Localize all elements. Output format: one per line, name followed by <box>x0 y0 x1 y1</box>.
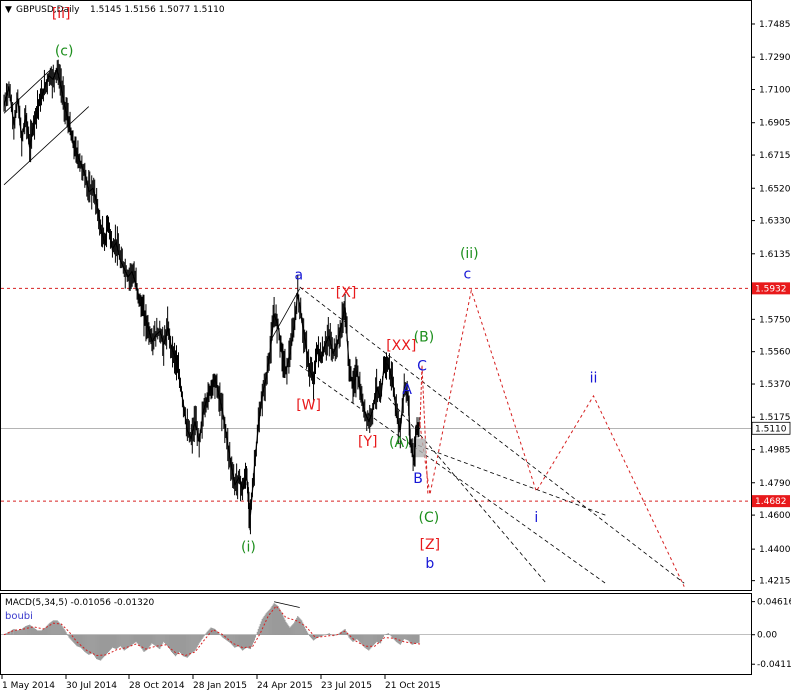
level-label: 1.5932 <box>755 284 787 294</box>
wave-labels: [ii](c)a(ii)c[X][XX](B)CA[W][Y] (A)Biii(C… <box>52 6 598 572</box>
wave-label: (ii) <box>460 246 479 262</box>
y-tick-label: 1.6715 <box>759 151 791 161</box>
projection-path <box>419 288 685 587</box>
level-label: 1.4682 <box>755 497 787 507</box>
y-tick-label: 1.4215 <box>759 577 791 587</box>
wave-label: (A) <box>389 435 410 451</box>
horizontal-levels: 1.5932 1.4682 <box>1 282 790 508</box>
wave-label: c <box>463 266 471 282</box>
wave-label: (C) <box>419 510 440 526</box>
header: ▼ GBPUSD,Daily 1.5145 1.5156 1.5077 1.51… <box>5 5 225 15</box>
price-series <box>3 59 421 535</box>
wave-label: [XX] <box>386 338 416 354</box>
channel-line <box>299 364 606 584</box>
current-price-marker: 1.5110 <box>751 421 791 435</box>
y-tick-label: 1.6520 <box>759 184 791 194</box>
channel-line <box>388 397 547 584</box>
wave-label: i <box>534 510 538 526</box>
y-tick-label: 1.7485 <box>759 20 791 30</box>
macd-subtitle: boubi <box>5 611 33 622</box>
x-tick-label: 28 Oct 2014 <box>129 681 185 691</box>
wave-label: (i) <box>241 540 256 556</box>
header-arrow: ▼ <box>5 5 12 15</box>
wave-label: A <box>402 382 412 398</box>
x-tick-label: 23 Jul 2015 <box>321 681 372 691</box>
time-axis: 1 May 2014 30 Jul 2014 28 Oct 2014 28 Jan 2… <box>1 675 441 691</box>
macd-tick-label: -0.04114 <box>757 660 791 670</box>
y-tick-label: 1.6330 <box>759 217 791 227</box>
ohlc-values: 1.5145 1.5156 1.5077 1.5110 <box>90 5 225 15</box>
macd-tick-label: 0.00 <box>757 631 777 641</box>
channel-line <box>417 444 606 516</box>
chart-frame <box>0 0 752 675</box>
wave-label: C <box>417 358 427 374</box>
macd-panel: MACD(5,34,5) -0.01056 -0.01320 boubi 0.0… <box>1 598 791 670</box>
y-tick-label: 1.4790 <box>759 479 791 489</box>
y-tick-label: 1.7290 <box>759 53 791 63</box>
y-tick-label: 1.5175 <box>759 413 791 423</box>
y-tick-label: 1.5560 <box>759 348 791 358</box>
wave-label: (B) <box>414 329 435 345</box>
macd-tick-label: 0.04616 <box>757 598 791 608</box>
y-tick-label: 1.5750 <box>759 315 791 325</box>
x-tick-label: 21 Oct 2015 <box>385 681 441 691</box>
wave-label: ii <box>590 370 598 386</box>
channel-lines <box>3 68 685 584</box>
wave-label: a <box>294 267 303 283</box>
macd-title: MACD(5,34,5) -0.01056 -0.01320 <box>5 598 155 608</box>
wave-label: [W] <box>296 398 321 414</box>
y-tick-label: 1.7100 <box>759 86 791 96</box>
y-tick-label: 1.5370 <box>759 380 791 390</box>
x-tick-label: 24 Apr 2015 <box>257 681 313 691</box>
x-tick-label: 28 Jan 2015 <box>193 681 247 691</box>
y-tick-label: 1.4400 <box>759 545 791 555</box>
current-price-label: 1.5110 <box>755 424 787 434</box>
wave-label: B <box>413 471 423 487</box>
wave-label: [X] <box>336 285 357 301</box>
wave-label: (c) <box>55 43 74 59</box>
y-tick-label: 1.4600 <box>759 511 791 521</box>
x-tick-label: 30 Jul 2014 <box>66 681 117 691</box>
y-tick-label: 1.4985 <box>759 446 791 456</box>
chart-canvas: ▼ GBPUSD,Daily 1.5145 1.5156 1.5077 1.51… <box>0 0 791 691</box>
wave-label: b <box>425 556 434 572</box>
macd-histogram <box>1 603 751 661</box>
macd-signal-path <box>3 605 421 657</box>
y-tick-label: 1.6905 <box>759 119 791 129</box>
macd-axis: 0.04616 0.00 -0.04114 <box>751 598 791 670</box>
wave-label: [Y] <box>358 434 377 450</box>
wave-label: [ii] <box>52 6 71 22</box>
wave-label: [Z] <box>420 537 441 553</box>
y-tick-label: 1.6135 <box>759 250 791 260</box>
x-tick-label: 1 May 2014 <box>2 681 55 691</box>
